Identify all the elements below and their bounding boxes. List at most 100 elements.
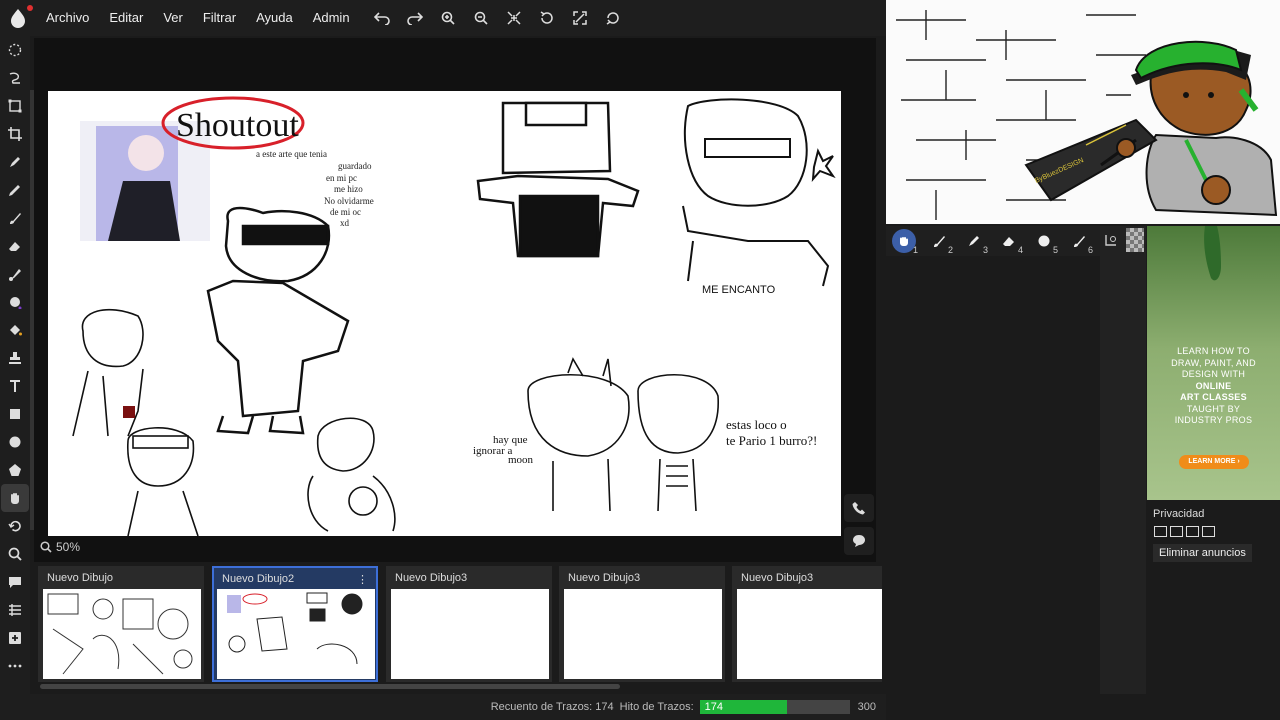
streamer-avatar-scene: ByBluezDESIGN bbox=[886, 0, 1280, 224]
menu-admin[interactable]: Admin bbox=[303, 0, 360, 36]
smudge-icon[interactable] bbox=[1, 260, 29, 288]
ignorar-text: ignorar a bbox=[473, 445, 513, 457]
phone-icon bbox=[852, 502, 865, 515]
layout-icon-4[interactable] bbox=[1202, 526, 1215, 537]
menubar: Archivo Editar Ver Filtrar Ayuda Admin bbox=[0, 0, 886, 36]
eraser-icon[interactable] bbox=[1, 232, 29, 260]
brush-icon[interactable] bbox=[1, 204, 29, 232]
zoom-icon[interactable] bbox=[1, 540, 29, 568]
note-text: en mi pc bbox=[326, 173, 357, 183]
crop-icon[interactable] bbox=[1, 120, 29, 148]
thumbnail-label: Nuevo Dibujo bbox=[47, 572, 114, 584]
thumbnail-image bbox=[391, 589, 549, 679]
stroke-progress-fill: 174 bbox=[699, 700, 787, 714]
remove-ads-button[interactable]: Eliminar anuncios bbox=[1153, 544, 1252, 562]
horizontal-scrollbar[interactable] bbox=[40, 684, 620, 689]
zoom-in-icon[interactable] bbox=[432, 0, 465, 36]
note-text: a este arte que tenia bbox=[256, 149, 327, 159]
layout-icon-3[interactable] bbox=[1186, 526, 1199, 537]
menu-ver[interactable]: Ver bbox=[153, 0, 193, 36]
privacy-label: Privacidad bbox=[1153, 508, 1205, 520]
brush-slot-1[interactable]: 1 bbox=[886, 226, 921, 256]
zoom-out-icon[interactable] bbox=[465, 0, 498, 36]
menu-filtrar[interactable]: Filtrar bbox=[193, 0, 246, 36]
menu-editar[interactable]: Editar bbox=[99, 0, 153, 36]
moon-text: moon bbox=[508, 454, 534, 466]
zoom-indicator[interactable]: 50% bbox=[40, 540, 80, 554]
pencil-icon[interactable] bbox=[1, 176, 29, 204]
thumbnail-drawing[interactable]: Nuevo Dibujo2 ⋮ bbox=[212, 566, 378, 682]
thumbnail-image bbox=[217, 589, 375, 679]
rectangle-icon[interactable] bbox=[1, 400, 29, 428]
menu-ayuda[interactable]: Ayuda bbox=[246, 0, 303, 36]
pario-text: te Pario 1 burro?! bbox=[726, 433, 817, 448]
brush-slot-number: 4 bbox=[1017, 245, 1023, 255]
thumbnail-drawing[interactable]: Nuevo Dibujo3 bbox=[732, 566, 882, 682]
layout-icon-1[interactable] bbox=[1154, 526, 1167, 537]
chat-bubble-icon bbox=[853, 535, 865, 547]
call-button[interactable] bbox=[844, 494, 874, 522]
app-logo-icon[interactable] bbox=[0, 0, 36, 36]
thumbnail-menu-icon[interactable]: ⋮ bbox=[357, 573, 368, 586]
fit-icon[interactable] bbox=[498, 0, 531, 36]
brush-slot-number: 3 bbox=[982, 245, 988, 255]
shoutout-text: Shoutout bbox=[176, 107, 299, 144]
stroke-goal-value: 300 bbox=[857, 701, 876, 713]
pen-icon bbox=[968, 236, 979, 246]
brush-slot-5[interactable]: 5 bbox=[1026, 226, 1061, 256]
brush-icon bbox=[933, 236, 945, 247]
thumbnail-label: Nuevo Dibujo3 bbox=[741, 572, 814, 584]
advertisement[interactable]: LEARN HOW TO DRAW, PAINT, AND DESIGN WIT… bbox=[1147, 226, 1280, 500]
layers-settings-icon[interactable] bbox=[1102, 228, 1120, 252]
workspace: Shoutout a este arte que tenia guardado … bbox=[34, 38, 876, 562]
note-text: guardado bbox=[338, 161, 372, 171]
note-text: No olvidarme bbox=[324, 196, 374, 206]
ad-text: LEARN HOW TO DRAW, PAINT, AND DESIGN WIT… bbox=[1171, 346, 1256, 425]
brush-slot-number: 5 bbox=[1052, 245, 1058, 255]
zoom-level: 50% bbox=[56, 540, 81, 554]
redo-icon[interactable] bbox=[399, 0, 432, 36]
add-icon[interactable] bbox=[1, 624, 29, 652]
brush-slot-4[interactable]: 4 bbox=[991, 226, 1026, 256]
free-transform-icon[interactable] bbox=[1, 64, 29, 92]
pen-icon[interactable] bbox=[1, 148, 29, 176]
blur-icon[interactable] bbox=[1, 288, 29, 316]
library-icon[interactable] bbox=[1, 596, 29, 624]
drawing-canvas[interactable]: Shoutout a este arte que tenia guardado … bbox=[48, 91, 841, 536]
layout-icon-2[interactable] bbox=[1170, 526, 1183, 537]
brush-slot-6[interactable]: 6 bbox=[1061, 226, 1096, 256]
layer-thumbnail[interactable] bbox=[1126, 228, 1144, 252]
eraser-icon bbox=[1002, 237, 1014, 246]
thumbnail-image bbox=[737, 589, 882, 679]
stroke-progress-bar: 174 bbox=[699, 700, 850, 714]
fullscreen-icon[interactable] bbox=[564, 0, 597, 36]
menu-archivo[interactable]: Archivo bbox=[36, 0, 99, 36]
hand-icon[interactable] bbox=[1, 484, 29, 512]
chat-button[interactable] bbox=[844, 527, 874, 555]
flip-icon[interactable] bbox=[597, 0, 630, 36]
undo-icon[interactable] bbox=[366, 0, 399, 36]
brush-slot-2[interactable]: 2 bbox=[921, 226, 956, 256]
brush-slot-3[interactable]: 3 bbox=[956, 226, 991, 256]
thumbnail-drawing[interactable]: Nuevo Dibujo3 bbox=[386, 566, 552, 682]
app-root: Archivo Editar Ver Filtrar Ayuda Admin S… bbox=[0, 0, 1280, 720]
chat-icon[interactable] bbox=[1, 568, 29, 596]
shape-icon[interactable] bbox=[1, 456, 29, 484]
thumbnail-drawing[interactable]: Nuevo Dibujo bbox=[38, 566, 204, 682]
estas-text: estas loco o bbox=[726, 417, 787, 432]
history-icon[interactable] bbox=[1, 512, 29, 540]
thumbnail-label: Nuevo Dibujo2 bbox=[222, 573, 295, 585]
thumbnail-image bbox=[43, 589, 201, 679]
more-icon[interactable] bbox=[1, 652, 29, 680]
ellipse-icon[interactable] bbox=[1, 428, 29, 456]
ad-learn-more-button[interactable]: LEARN MORE › bbox=[1179, 455, 1249, 469]
fill-icon[interactable] bbox=[1, 316, 29, 344]
thumbnail-drawing[interactable]: Nuevo Dibujo3 bbox=[559, 566, 725, 682]
select-icon[interactable] bbox=[1, 92, 29, 120]
paint-brush-icon bbox=[1073, 236, 1085, 247]
thumbnail-label: Nuevo Dibujo3 bbox=[395, 572, 468, 584]
rotate-icon[interactable] bbox=[531, 0, 564, 36]
stamp-icon[interactable] bbox=[1, 344, 29, 372]
lasso-select-icon[interactable] bbox=[1, 36, 29, 64]
text-icon[interactable] bbox=[1, 372, 29, 400]
